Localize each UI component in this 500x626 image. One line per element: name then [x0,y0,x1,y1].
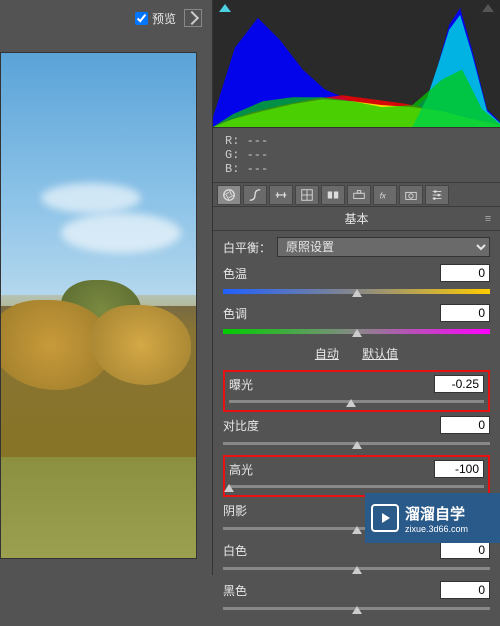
slider-thumb[interactable] [352,526,362,534]
svg-text:fx: fx [380,191,387,200]
wb-row: 白平衡： 原照设置 [223,237,490,257]
readout-g: G: --- [225,148,488,162]
slider-thumb[interactable] [352,606,362,614]
exposure-label: 曝光 [229,376,273,393]
hsl-icon[interactable] [295,185,319,205]
rgb-readout: R: --- G: --- B: --- [213,128,500,183]
slider-thumb[interactable] [346,399,356,407]
temp-slider[interactable] [223,283,490,297]
aperture-icon[interactable] [217,185,241,205]
exposure-slider[interactable] [229,393,484,407]
curves-icon[interactable] [243,185,267,205]
slider-thumb[interactable] [352,441,362,449]
default-link[interactable]: 默认值 [362,347,398,361]
black-row: 黑色 0 [223,580,490,614]
play-icon [371,504,399,532]
detail-icon[interactable] [269,185,293,205]
white-value[interactable]: 0 [440,541,490,559]
white-label: 白色 [223,542,267,559]
panel-menu-icon[interactable] [482,211,494,223]
histogram-svg [213,0,500,127]
preview-checkbox-label[interactable]: 预览 [135,10,176,27]
export-icon[interactable] [184,9,202,27]
highlight-value[interactable]: -100 [434,460,484,478]
left-panel: 预览 [0,0,210,575]
tint-label: 色调 [223,305,267,322]
icon-bar: fx [213,183,500,207]
contrast-row: 对比度 0 [223,415,490,449]
watermark-sub: zixue.3d66.com [405,524,468,534]
tint-slider[interactable] [223,323,490,337]
auto-links: 自动 默认值 [223,345,490,362]
panel-title-bar: 基本 [213,207,500,231]
lens-icon[interactable] [347,185,371,205]
temp-row: 色温 0 [223,263,490,297]
slider-thumb[interactable] [352,566,362,574]
shadow-label: 阴影 [223,502,267,519]
right-panel: R: --- G: --- B: --- fx 基本 白平衡： 原照设置 色温 [212,0,500,575]
histogram[interactable] [213,0,500,128]
preview-checkbox[interactable] [135,12,148,25]
slider-thumb[interactable] [224,484,234,492]
contrast-slider[interactable] [223,435,490,449]
panel-title: 基本 [344,212,368,226]
highlight-clip-indicator[interactable] [482,4,494,12]
wb-label: 白平衡： [223,239,271,256]
contrast-value[interactable]: 0 [440,416,490,434]
highlight-slider[interactable] [229,478,484,492]
readout-b: B: --- [225,162,488,176]
fx-icon[interactable]: fx [373,185,397,205]
controls: 白平衡： 原照设置 色温 0 色调 0 [213,231,500,626]
tint-row: 色调 0 [223,303,490,337]
preview-label: 预览 [152,10,176,27]
black-label: 黑色 [223,582,267,599]
watermark: 溜溜自学 zixue.3d66.com [365,493,500,543]
highlight-label: 高光 [229,461,273,478]
auto-link[interactable]: 自动 [315,347,339,361]
slider-thumb[interactable] [352,289,362,297]
highlight-highlight: 高光 -100 [223,455,490,497]
black-slider[interactable] [223,600,490,614]
white-slider[interactable] [223,560,490,574]
presets-icon[interactable] [425,185,449,205]
camera-icon[interactable] [399,185,423,205]
watermark-title: 溜溜自学 [405,503,468,524]
slider-thumb[interactable] [352,329,362,337]
tint-value[interactable]: 0 [440,304,490,322]
image-preview [0,52,197,559]
temp-value[interactable]: 0 [440,264,490,282]
exposure-value[interactable]: -0.25 [434,375,484,393]
temp-label: 色温 [223,265,267,282]
split-icon[interactable] [321,185,345,205]
wb-select[interactable]: 原照设置 [277,237,490,257]
exposure-highlight: 曝光 -0.25 [223,370,490,412]
top-toolbar: 预览 [0,0,210,36]
readout-r: R: --- [225,134,488,148]
contrast-label: 对比度 [223,417,267,434]
black-value[interactable]: 0 [440,581,490,599]
white-row: 白色 0 [223,540,490,574]
shadow-clip-indicator[interactable] [219,4,231,12]
